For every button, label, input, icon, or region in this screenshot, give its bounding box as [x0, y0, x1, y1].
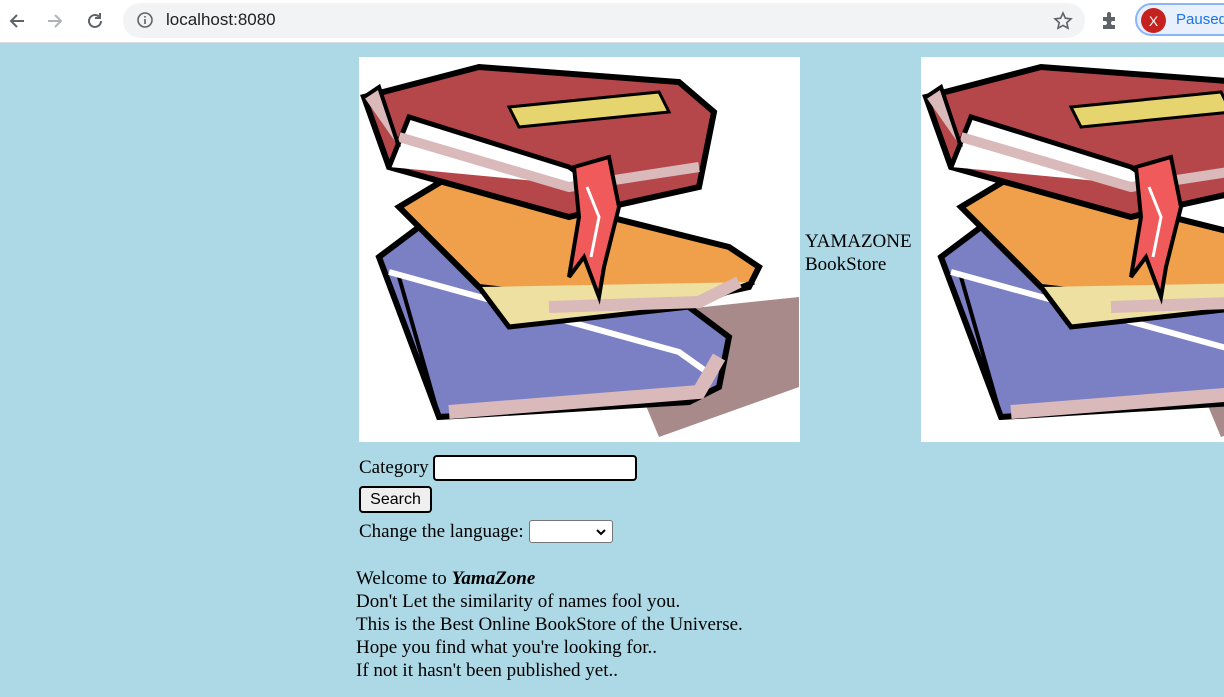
profile-status: Paused — [1176, 11, 1224, 28]
browser-toolbar: localhost:8080 X Paused — [0, 0, 1224, 43]
language-row: Change the language: — [359, 520, 613, 543]
arrow-left-icon — [9, 14, 24, 28]
search-button[interactable]: Search — [359, 486, 432, 513]
category-row: Category — [359, 455, 637, 481]
forward-button[interactable] — [40, 6, 70, 36]
welcome-line: Don't Let the similarity of names fool y… — [356, 591, 681, 612]
welcome-line: This is the Best Online BookStore of the… — [356, 614, 743, 635]
profile-button[interactable]: X Paused — [1135, 3, 1224, 36]
welcome-brand: YamaZone — [451, 568, 536, 589]
category-label: Category — [359, 457, 429, 478]
welcome-prefix: Welcome to — [356, 568, 452, 589]
address-bar[interactable]: localhost:8080 — [123, 3, 1085, 38]
welcome-line: Hope you find what you're looking for.. — [356, 637, 658, 658]
url-text[interactable]: localhost:8080 — [166, 10, 276, 30]
back-button[interactable] — [2, 6, 32, 36]
bookmark-star-icon[interactable] — [1053, 11, 1073, 31]
avatar: X — [1141, 8, 1166, 33]
info-icon[interactable] — [137, 12, 153, 28]
language-select[interactable] — [528, 520, 613, 543]
welcome-heading: Welcome to YamaZone — [356, 567, 743, 590]
arrow-right-icon — [48, 14, 63, 28]
language-label: Change the language: — [359, 520, 524, 542]
store-title: YAMAZONE BookStore — [805, 230, 912, 276]
books-clipart-right — [921, 57, 1224, 442]
welcome-line: If not it hasn't been published yet.. — [356, 660, 618, 681]
reload-icon — [88, 13, 102, 28]
puzzle-extensions-icon[interactable] — [1099, 9, 1121, 31]
store-title-line2: BookStore — [805, 254, 887, 275]
welcome-message: Welcome to YamaZone Don't Let the simila… — [356, 567, 743, 682]
books-clipart-left — [359, 57, 800, 442]
chevron-down-icon — [595, 529, 606, 536]
reload-button[interactable] — [80, 6, 110, 36]
category-input[interactable] — [432, 455, 637, 481]
store-title-line1: YAMAZONE — [805, 231, 912, 252]
